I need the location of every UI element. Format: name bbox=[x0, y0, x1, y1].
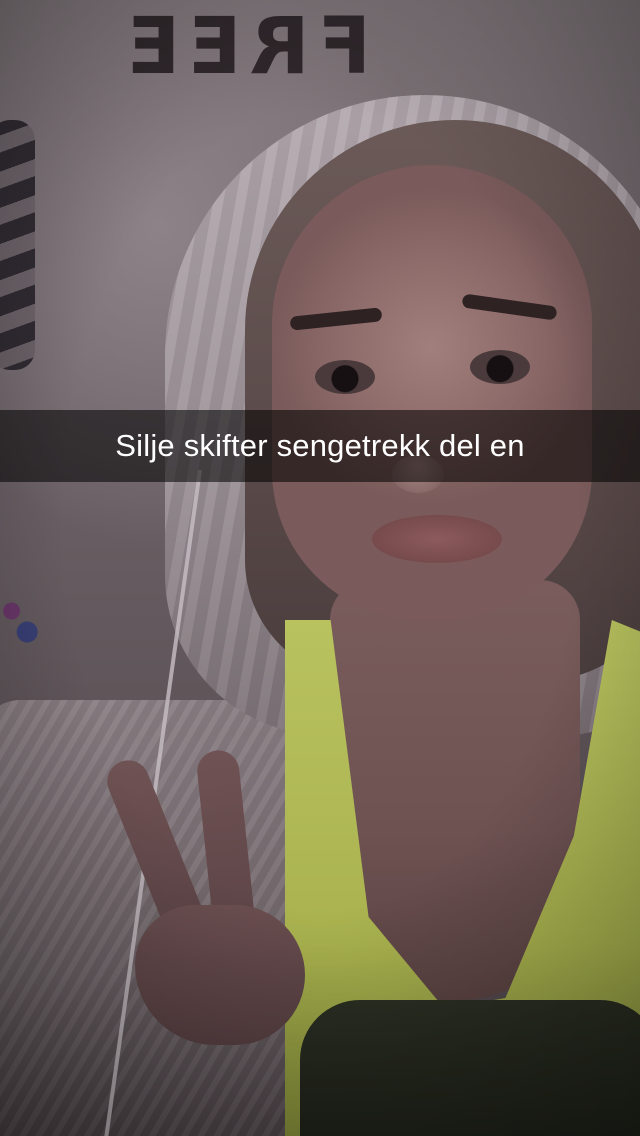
lips bbox=[372, 515, 502, 563]
wall-sticker bbox=[0, 590, 48, 660]
wall-poster-text: FREE bbox=[119, 2, 371, 92]
caption-text: Silje skifter sengetrekk del en bbox=[115, 428, 525, 463]
palm bbox=[135, 905, 305, 1045]
peace-sign-hand bbox=[100, 748, 305, 1055]
dark-shirt bbox=[300, 1000, 640, 1136]
left-eye bbox=[315, 360, 375, 394]
caption-bar: Silje skifter sengetrekk del en bbox=[0, 410, 640, 482]
snap-photo: FREE Silje skifter sengetrekk del en bbox=[0, 0, 640, 1136]
right-eye bbox=[470, 350, 530, 384]
wall-graffiti bbox=[0, 120, 35, 370]
